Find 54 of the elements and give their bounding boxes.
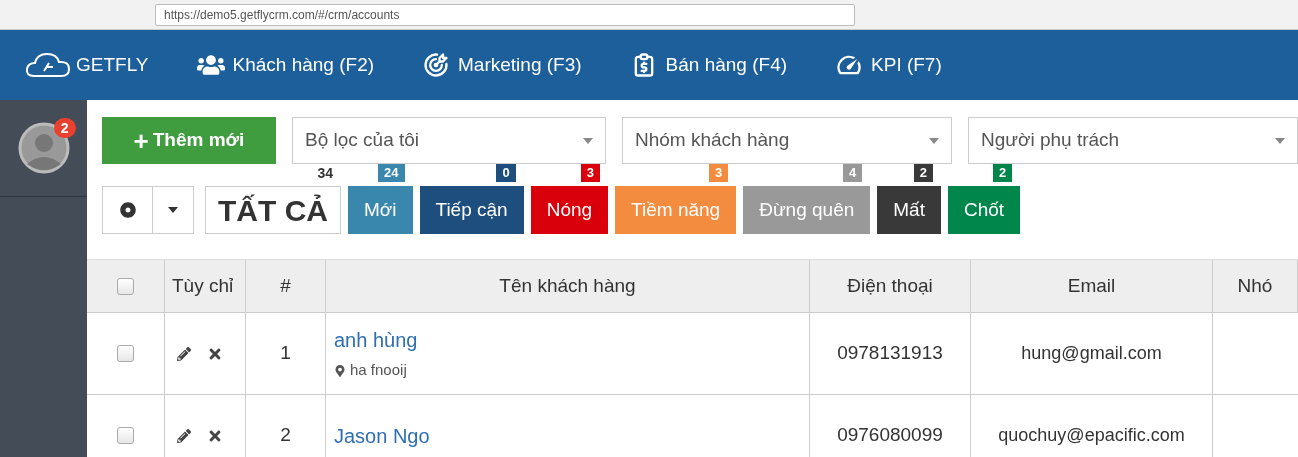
count-badge: 4 (843, 164, 863, 182)
caret-icon (583, 137, 593, 144)
caret-icon (929, 137, 939, 144)
location-icon (334, 364, 346, 377)
filter-select[interactable]: Người phụ trách (968, 117, 1298, 164)
row-number: 2 (280, 423, 291, 448)
row-number: 1 (280, 341, 291, 366)
nav-link[interactable]: Bán hàng (F4) (629, 50, 788, 80)
count-badge: 2 (992, 164, 1013, 182)
all-filter-tab[interactable]: TẤT CẢ (205, 186, 341, 234)
nav-link[interactable]: KPI (F7) (835, 50, 942, 80)
customer-link[interactable]: Jason Ngo (334, 420, 430, 451)
phone-number: 0976080099 (837, 423, 943, 448)
column-header: Tùy chỉ (165, 260, 246, 312)
edit-icon[interactable] (177, 346, 191, 361)
caret-icon (1275, 137, 1285, 144)
radio-icon (119, 202, 136, 218)
status-tab[interactable]: Mới (348, 186, 413, 234)
checkbox[interactable] (117, 345, 134, 362)
filter-select[interactable]: Nhóm khách hàng (622, 117, 952, 164)
column-header: Tên khách hàng (326, 260, 810, 312)
add-button[interactable]: +Thêm mới (102, 117, 276, 164)
email-address: hung@gmail.com (1021, 342, 1162, 365)
nav-link[interactable]: Khách hàng (F2) (196, 50, 375, 80)
notification-badge: 2 (53, 118, 76, 138)
column-header: # (246, 260, 326, 312)
caret-icon (168, 207, 178, 213)
edit-icon[interactable] (177, 428, 191, 443)
count-badge: 24 (378, 164, 405, 182)
address-bar[interactable]: https://demo5.getflycrm.com/#/crm/accounts (155, 3, 855, 26)
customer-address: ha fnooij (350, 360, 407, 381)
count-badge: 0 (496, 164, 516, 182)
count-label: 34 (317, 164, 334, 182)
checkbox[interactable] (117, 427, 134, 444)
column-header: Điện thoại (810, 260, 971, 312)
checkbox[interactable] (117, 277, 134, 295)
email-address: quochuy@epacific.com (998, 424, 1185, 447)
count-badge: 3 (708, 164, 729, 182)
status-tab[interactable]: Chốt (947, 186, 1021, 234)
status-tab[interactable]: Tiếp cận (419, 186, 524, 234)
brand-name: GETFLY (76, 52, 149, 77)
column-header: Nhó (1213, 260, 1298, 312)
status-tab[interactable]: Nóng (530, 186, 609, 234)
target-icon (422, 51, 451, 79)
customer-link[interactable]: anh hùng (334, 325, 418, 356)
filter-select[interactable]: Bộ lọc của tôi (292, 117, 606, 164)
status-tab[interactable]: Mất (877, 186, 941, 234)
cloud-logo-icon (24, 50, 72, 80)
column-header: Email (971, 260, 1213, 312)
count-badge: 3 (580, 164, 601, 182)
phone-number: 0978131913 (837, 341, 943, 366)
avatar-icon[interactable] (17, 122, 70, 174)
nav-link[interactable]: Marketing (F3) (422, 50, 582, 80)
count-badge: 2 (913, 164, 933, 182)
